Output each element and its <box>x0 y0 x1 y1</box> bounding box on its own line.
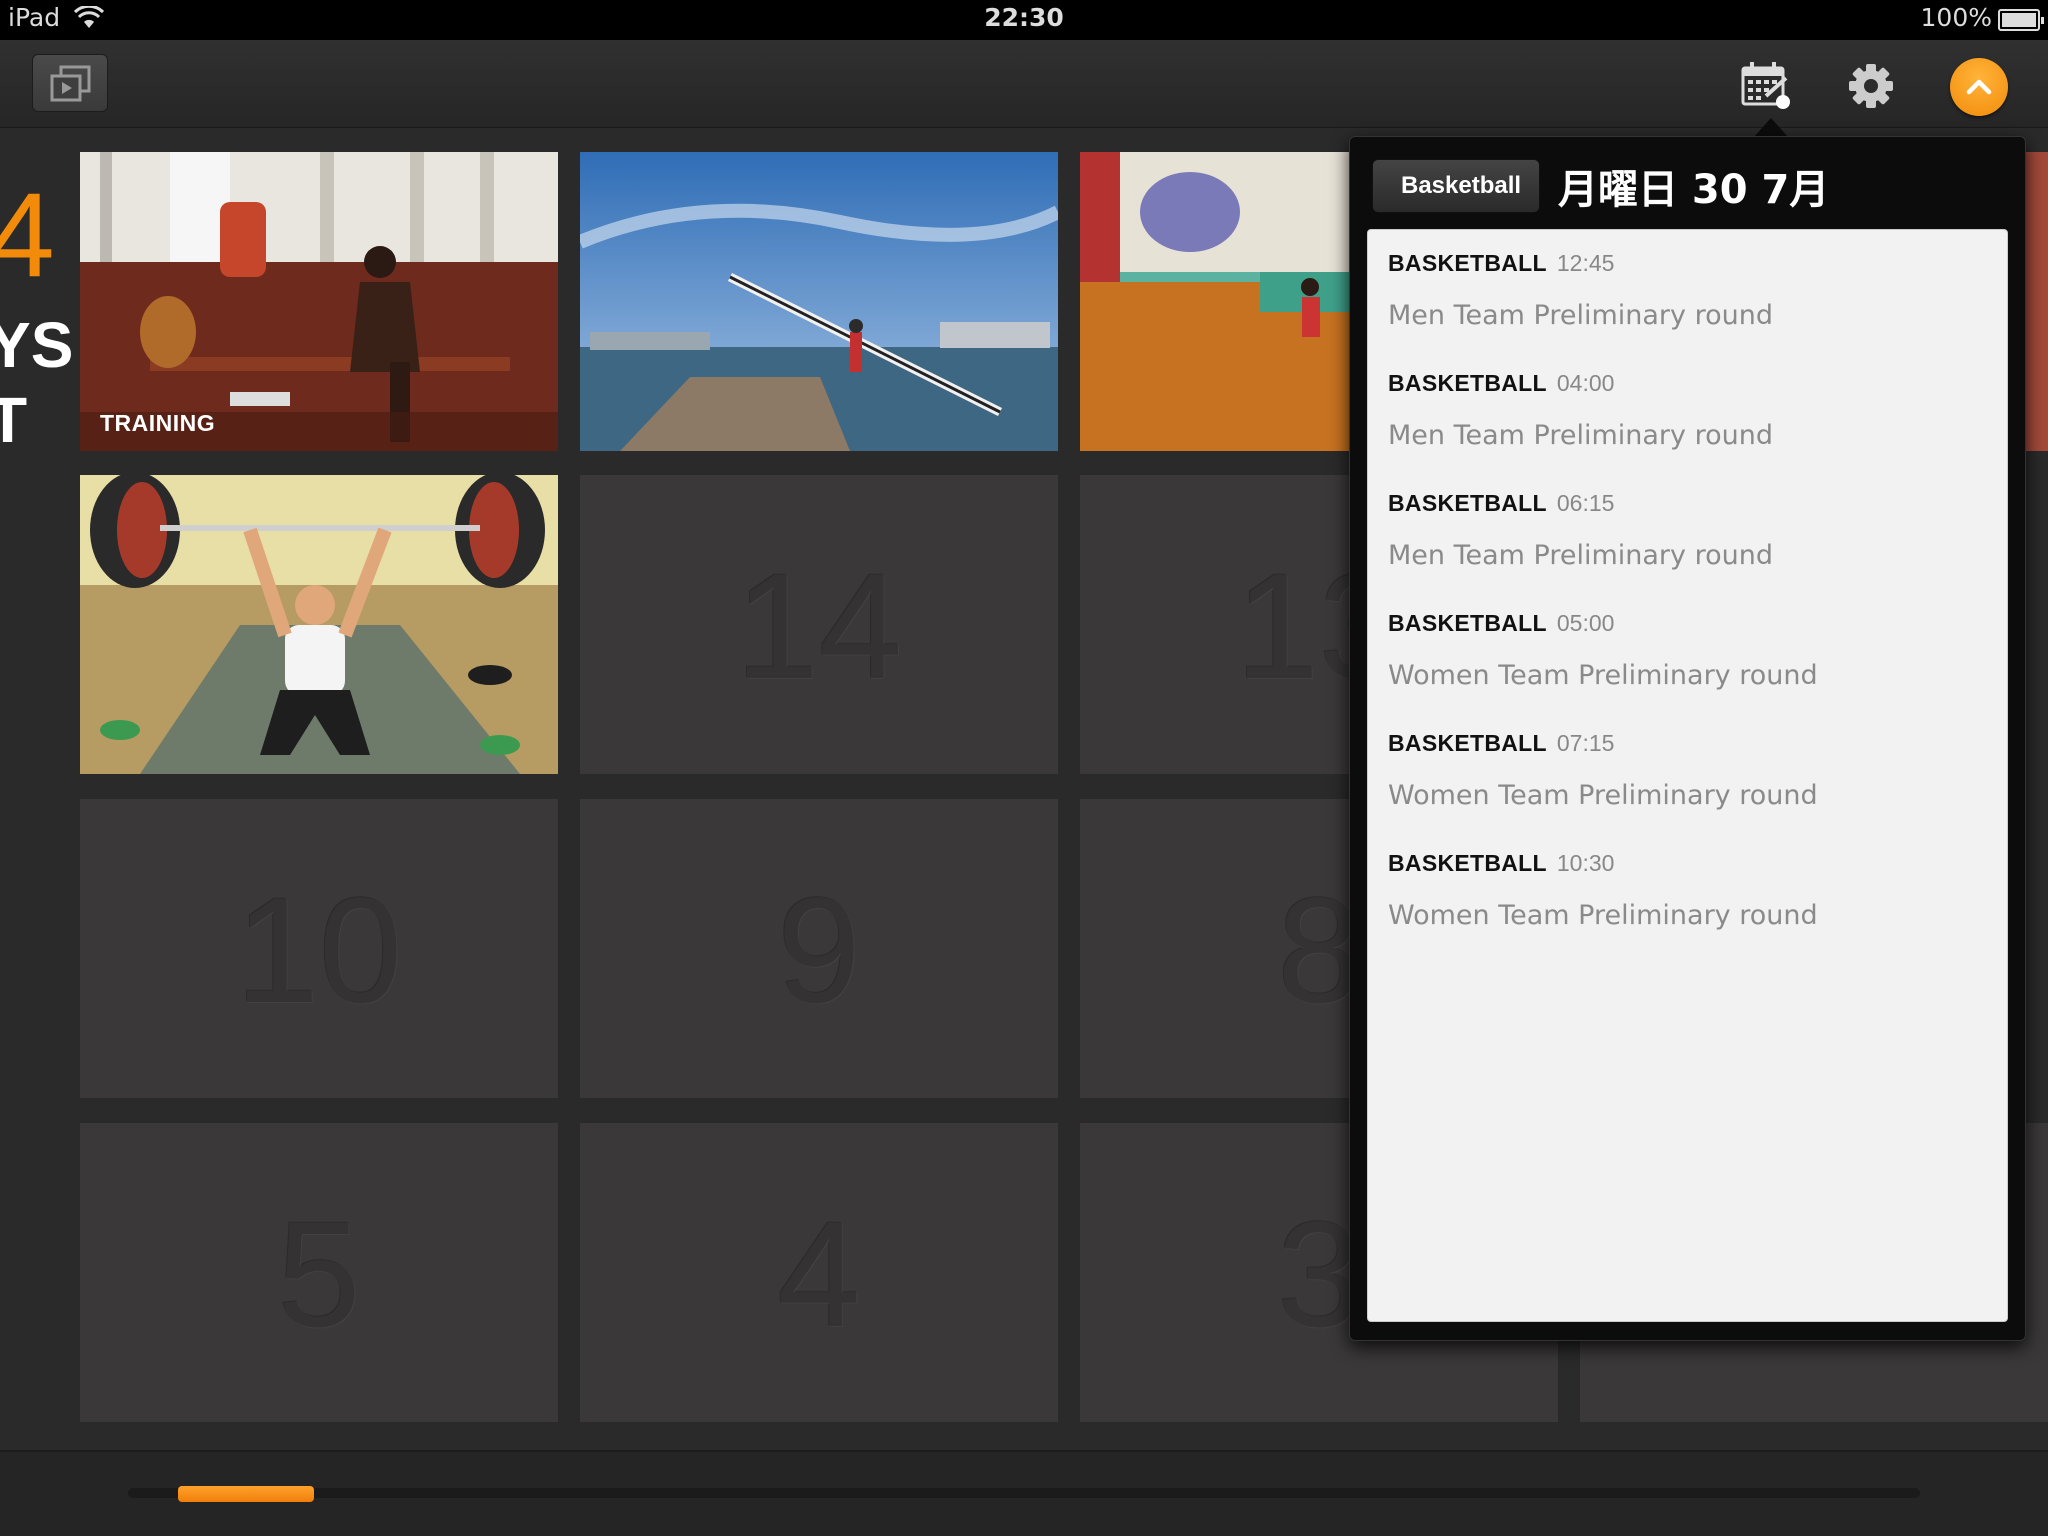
tile-day-9[interactable]: 9 <box>580 799 1058 1098</box>
event-time: 07:15 <box>1556 730 1615 756</box>
event-item[interactable]: BASKETBALL 12:45 Men Team Preliminary rou… <box>1388 250 1988 331</box>
event-time: 10:30 <box>1556 850 1615 876</box>
tile-day-number: 9 <box>777 866 861 1034</box>
tile-day-14[interactable]: 14 <box>580 475 1058 774</box>
event-item[interactable]: BASKETBALL 07:15 Women Team Preliminary r… <box>1388 730 1988 811</box>
event-time: 05:00 <box>1556 610 1615 636</box>
rowing-photo <box>580 152 1058 451</box>
scrubber-track[interactable] <box>128 1488 1920 1498</box>
tile-weightlifting[interactable] <box>80 475 558 774</box>
event-description: Women Team Preliminary round <box>1388 660 1818 691</box>
event-description: Men Team Preliminary round <box>1388 420 1773 451</box>
status-bar: iPad 22:30 100% <box>0 0 2048 40</box>
schedule-popover: Basketball 月曜日 30 7月 BASKETBALL 12:45 Men… <box>1349 136 2026 1341</box>
event-item[interactable]: BASKETBALL 10:30 Women Team Preliminary r… <box>1388 850 1988 931</box>
event-description: Women Team Preliminary round <box>1388 780 1818 811</box>
tile-day-number: 14 <box>735 542 903 710</box>
tile-rowing[interactable] <box>580 152 1058 451</box>
event-list: BASKETBALL 12:45 Men Team Preliminary rou… <box>1367 229 2008 1322</box>
event-item[interactable]: BASKETBALL 05:00 Women Team Preliminary r… <box>1388 610 1988 691</box>
chevron-up-icon <box>1966 79 1992 95</box>
back-button[interactable]: Basketball <box>1372 159 1541 213</box>
bottom-bar <box>0 1450 2048 1536</box>
battery-icon <box>1998 9 2044 31</box>
status-clock: 22:30 <box>984 3 1064 32</box>
battery-percent: 100% <box>1920 3 1992 32</box>
header-number: 4 <box>0 168 55 302</box>
tile-day-number: 4 <box>777 1190 861 1358</box>
tile-caption: TRAINING <box>100 410 216 436</box>
media-gallery-icon <box>50 65 91 102</box>
event-sport: BASKETBALL <box>1388 850 1547 876</box>
event-description: Men Team Preliminary round <box>1388 300 1773 331</box>
scrubber-thumb[interactable] <box>178 1486 314 1502</box>
event-sport: BASKETBALL <box>1388 610 1547 636</box>
tile-day-5[interactable]: 5 <box>80 1123 558 1422</box>
popover-title: 月曜日 30 7月 <box>1558 167 1830 213</box>
event-sport: BASKETBALL <box>1388 250 1547 276</box>
event-description: Women Team Preliminary round <box>1388 900 1818 931</box>
calendar-icon[interactable] <box>1738 58 1794 114</box>
gear-icon[interactable] <box>1843 58 1899 114</box>
tile-day-4[interactable]: 4 <box>580 1123 1058 1422</box>
back-button-label: Basketball <box>1401 172 1522 199</box>
weightlifting-photo <box>80 475 558 774</box>
popover-arrow <box>1753 118 1789 138</box>
event-item[interactable]: BASKETBALL 06:15 Men Team Preliminary rou… <box>1388 490 1988 571</box>
event-time: 06:15 <box>1556 490 1615 516</box>
event-sport: BASKETBALL <box>1388 370 1547 396</box>
header-line-1: YS <box>0 309 74 381</box>
event-sport: BASKETBALL <box>1388 490 1547 516</box>
event-time: 12:45 <box>1556 250 1615 276</box>
top-toolbar <box>0 40 2048 128</box>
header-line-2: T <box>0 384 28 456</box>
scroll-up-button[interactable] <box>1950 58 2008 116</box>
event-sport: BASKETBALL <box>1388 730 1547 756</box>
tile-training[interactable]: TRAINING <box>80 152 558 451</box>
training-photo <box>80 152 558 451</box>
tile-day-number: 5 <box>277 1190 361 1358</box>
event-item[interactable]: BASKETBALL 04:00 Men Team Preliminary rou… <box>1388 370 1988 451</box>
tile-day-10[interactable]: 10 <box>80 799 558 1098</box>
event-description: Men Team Preliminary round <box>1388 540 1773 571</box>
event-time: 04:00 <box>1556 370 1615 396</box>
tile-day-number: 10 <box>235 866 403 1034</box>
media-gallery-button[interactable] <box>32 54 108 112</box>
